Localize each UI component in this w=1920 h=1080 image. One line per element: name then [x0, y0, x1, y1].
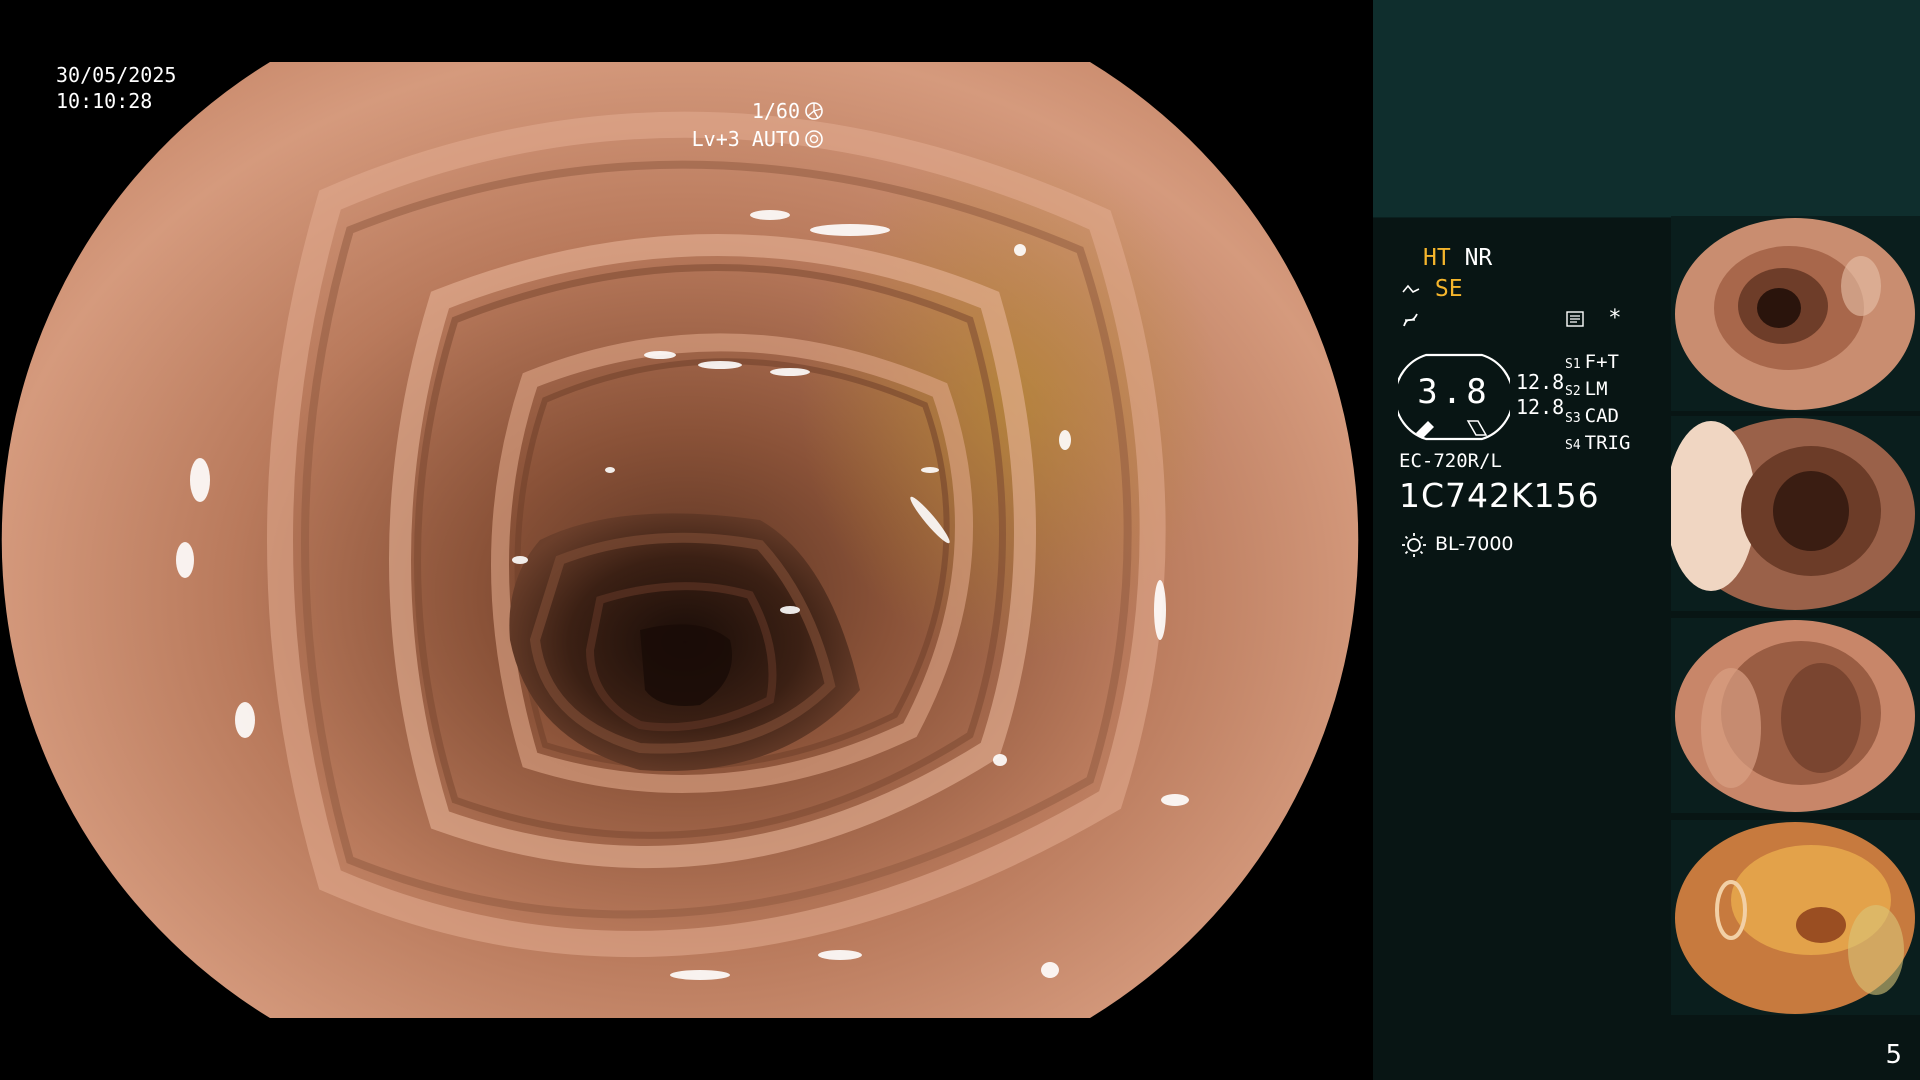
gauge-side-value: 12.8 [1516, 395, 1565, 419]
switch-label: S3 [1565, 411, 1581, 426]
date-time-readout: 30/05/2025 10:10:28 [56, 62, 176, 114]
structure-enhance-row: SE [1401, 274, 1463, 304]
memo-row: * [1565, 306, 1622, 331]
switch-value: LM [1584, 378, 1608, 400]
thumbnail-image [1675, 822, 1915, 1014]
switch-value: F+T [1584, 351, 1619, 373]
time-text: 10:10:28 [56, 89, 153, 113]
structure-enhance-icon [1402, 284, 1420, 293]
exposure-readout: 1/60 Lv+3 AUTO [692, 97, 824, 153]
exposure-icon [805, 130, 823, 148]
gauge-side-values: 12.8 12.8 [1516, 370, 1564, 420]
gauge-side-value: 12.8 [1516, 370, 1565, 394]
shutter-text: 1/60 [751, 99, 800, 123]
switch-value: TRIG [1584, 432, 1631, 454]
color-enhance-row [1401, 304, 1421, 334]
switch-label: S2 [1565, 384, 1581, 399]
light-source-text: BL-7000 [1435, 533, 1514, 555]
gauge-value: 3.8 [1417, 372, 1491, 412]
switch-row: S2 LM [1565, 377, 1630, 404]
switch-row: S1 F+T [1565, 350, 1630, 377]
se-indicator: SE [1434, 276, 1463, 302]
switch-assignments: S1 F+T S2 LM S3 CAD S4 TRIG [1565, 350, 1630, 458]
scope-serial: 1C742K156 [1399, 476, 1600, 515]
capture-thumbnail[interactable] [1671, 820, 1920, 1015]
date-text: 30/05/2025 [56, 63, 177, 87]
page-number: 5 [1885, 1040, 1902, 1070]
nr-indicator: NR [1464, 245, 1493, 271]
switch-value: CAD [1584, 405, 1619, 427]
memo-star: * [1608, 306, 1622, 331]
light-source-icon [1402, 533, 1426, 557]
switch-row: S4 TRIG [1565, 431, 1630, 458]
light-source-row: BL-7000 [1401, 531, 1514, 557]
thumbnail-image [1671, 418, 1915, 610]
processing-modes: HT NR [1423, 243, 1492, 273]
capture-thumbnail[interactable] [1671, 216, 1920, 411]
ht-indicator: HT [1423, 245, 1451, 271]
capture-thumbnail[interactable] [1671, 416, 1920, 611]
capture-thumbnail[interactable] [1671, 618, 1920, 813]
status-panel: HT NR SE * 3.8 12.8 12.8 S1 F+T S2 LM S3 CA… [1373, 0, 1920, 1080]
level-mode-text: Lv+3 AUTO [691, 127, 800, 151]
switch-label: S4 [1565, 438, 1581, 453]
thumbnail-image [1675, 218, 1915, 410]
memo-icon [1566, 311, 1584, 327]
switch-label: S1 [1565, 357, 1581, 372]
aperture-icon [805, 102, 823, 120]
color-enhance-icon [1403, 313, 1418, 326]
colonoscopy-image [1, 62, 1359, 1018]
switch-row: S3 CAD [1565, 404, 1630, 431]
scope-model: EC-720R/L [1399, 450, 1502, 472]
endoscope-live-view: 30/05/2025 10:10:28 1/60 Lv+3 AUTO [0, 0, 1372, 1080]
thumbnail-image [1675, 620, 1915, 812]
panel-header-area [1373, 0, 1920, 218]
